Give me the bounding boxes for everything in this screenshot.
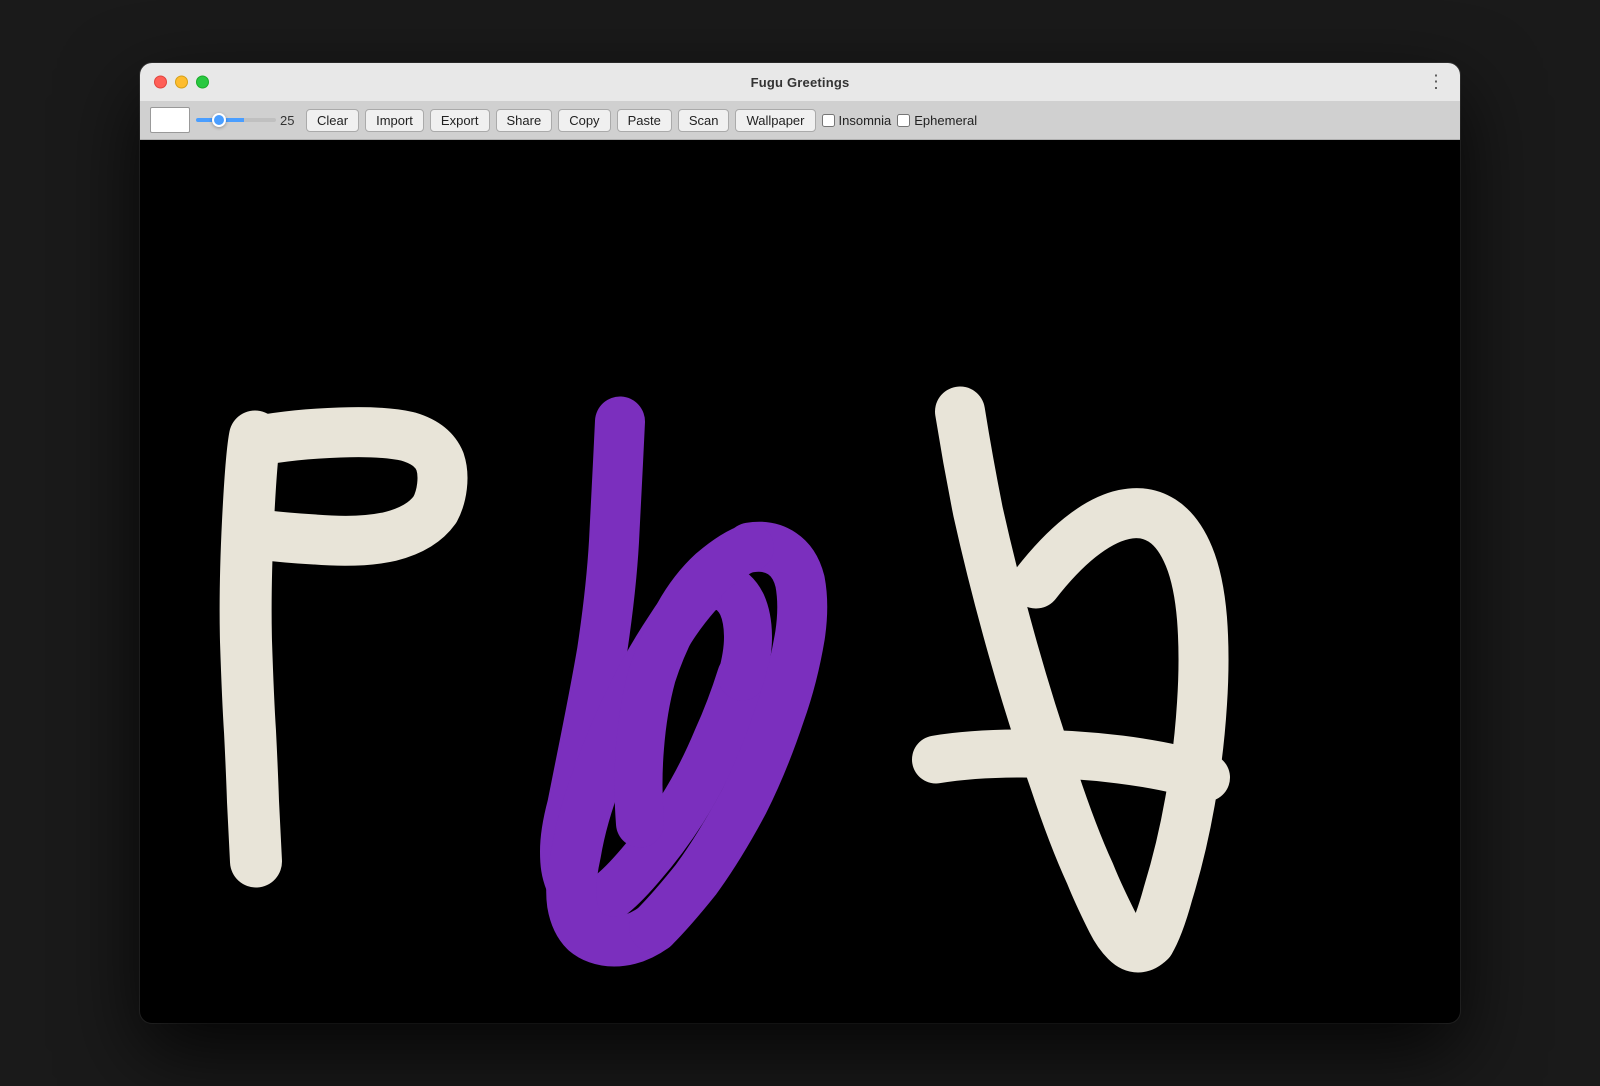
color-swatch[interactable] xyxy=(150,107,190,133)
toolbar: 25 Clear Import Export Share Copy Paste … xyxy=(140,101,1460,140)
title-bar: Fugu Greetings ⋮ xyxy=(140,63,1460,101)
import-button[interactable]: Import xyxy=(365,109,424,132)
brush-size-control: 25 xyxy=(196,113,300,128)
copy-button[interactable]: Copy xyxy=(558,109,610,132)
ephemeral-checkbox[interactable] xyxy=(897,114,910,127)
share-button[interactable]: Share xyxy=(496,109,553,132)
scan-button[interactable]: Scan xyxy=(678,109,730,132)
insomnia-text: Insomnia xyxy=(839,113,892,128)
more-options-button[interactable]: ⋮ xyxy=(1427,72,1446,93)
window-title: Fugu Greetings xyxy=(751,75,850,90)
paste-button[interactable]: Paste xyxy=(617,109,672,132)
brush-size-slider[interactable] xyxy=(196,118,276,122)
drawing-canvas[interactable] xyxy=(140,140,1460,1023)
maximize-button[interactable] xyxy=(196,76,209,89)
insomnia-checkbox[interactable] xyxy=(822,114,835,127)
insomnia-label[interactable]: Insomnia xyxy=(822,113,892,128)
letter-w xyxy=(565,422,802,942)
app-window: Fugu Greetings ⋮ 25 Clear Import Export … xyxy=(140,63,1460,1023)
close-button[interactable] xyxy=(154,76,167,89)
traffic-lights xyxy=(154,76,209,89)
letter-a xyxy=(936,412,1206,948)
export-button[interactable]: Export xyxy=(430,109,490,132)
wallpaper-button[interactable]: Wallpaper xyxy=(735,109,815,132)
clear-button[interactable]: Clear xyxy=(306,109,359,132)
minimize-button[interactable] xyxy=(175,76,188,89)
brush-size-value: 25 xyxy=(280,113,300,128)
ephemeral-text: Ephemeral xyxy=(914,113,977,128)
canvas-svg xyxy=(140,140,1460,1023)
letter-p xyxy=(246,432,443,861)
ephemeral-label[interactable]: Ephemeral xyxy=(897,113,977,128)
